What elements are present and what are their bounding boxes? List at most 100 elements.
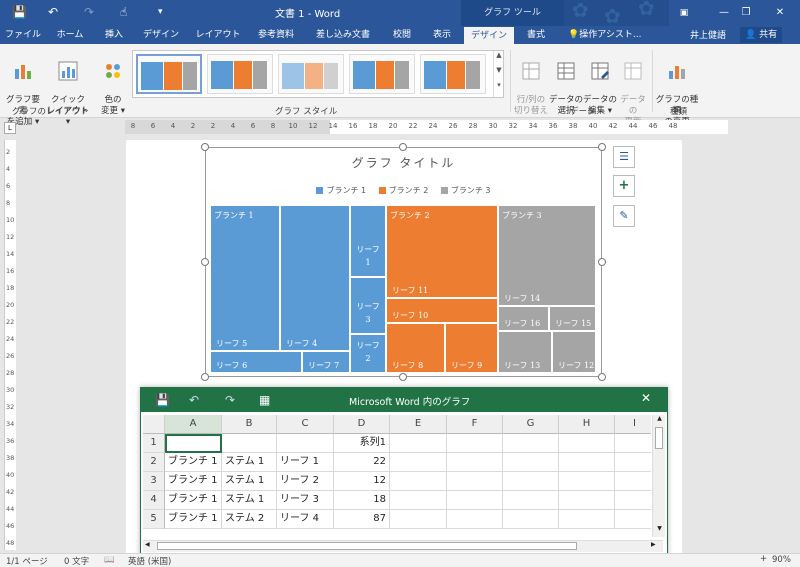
spreadsheet-cell[interactable]: [390, 510, 447, 529]
tab-design[interactable]: デザイン: [134, 26, 188, 44]
save-icon[interactable]: 💾: [12, 4, 27, 20]
scroll-left-arrow[interactable]: ◀: [145, 541, 150, 548]
resize-handle[interactable]: [201, 373, 209, 381]
spreadsheet-cell[interactable]: ブランチ 1: [165, 491, 222, 510]
zoom-in-icon[interactable]: +: [760, 554, 767, 564]
zoom-level[interactable]: 90%: [772, 555, 791, 565]
horizontal-ruler[interactable]: 8 6 4 2 2 4 6 8 10 12 14 16 18 20 22 24 26 28 30 32 34 36 38 40…: [125, 120, 728, 134]
column-header[interactable]: E: [390, 415, 447, 434]
chart-style-5[interactable]: [420, 54, 486, 94]
resize-handle[interactable]: [598, 258, 606, 266]
language-status[interactable]: 英語 (米国): [128, 555, 171, 567]
redo-icon[interactable]: ↷: [84, 4, 94, 20]
change-colors-button[interactable]: 色の 変更 ▾: [96, 50, 130, 117]
vertical-scrollbar[interactable]: ▲ ▼: [652, 415, 665, 537]
resize-handle[interactable]: [201, 258, 209, 266]
row-header[interactable]: 3: [143, 472, 165, 491]
page-count[interactable]: 1/1 ページ: [6, 555, 48, 567]
chart-style-3[interactable]: [278, 54, 344, 94]
spreadsheet-cell[interactable]: [503, 453, 559, 472]
spreadsheet-cell[interactable]: リーフ 2: [277, 472, 334, 491]
spreadsheet-cell[interactable]: [447, 453, 503, 472]
row-header[interactable]: 4: [143, 491, 165, 510]
row-header[interactable]: 1: [143, 434, 165, 453]
switch-row-column-button[interactable]: 行/列の 切り替え: [512, 50, 550, 117]
resize-handle[interactable]: [598, 143, 606, 151]
tab-format[interactable]: 書式: [516, 26, 556, 44]
customize-qat-icon[interactable]: ▾: [158, 4, 163, 20]
touch-mode-icon[interactable]: ☝: [120, 4, 127, 20]
spreadsheet-cell[interactable]: ステム 1: [222, 453, 277, 472]
vertical-ruler[interactable]: 2 4 6 8 10 12 14 16 18 20 22 24 26 28 30 32 34 36 38 40 42 44…: [4, 140, 16, 550]
spreadsheet-cell[interactable]: ブランチ 1: [165, 453, 222, 472]
spreadsheet-grid[interactable]: A B C D E F G H I 1 系列1 2 ブランチ 1 ステム 1 リーフ 12…: [143, 415, 651, 537]
scroll-down-arrow[interactable]: ▼: [654, 525, 665, 532]
spreadsheet-cell[interactable]: リーフ 3: [277, 491, 334, 510]
ribbon-display-options-button[interactable]: ▣: [664, 0, 704, 26]
column-header[interactable]: C: [277, 415, 334, 434]
chart-style-1[interactable]: [136, 54, 202, 94]
spreadsheet-cell[interactable]: [222, 434, 277, 453]
column-header[interactable]: G: [503, 415, 559, 434]
column-header[interactable]: B: [222, 415, 277, 434]
spreadsheet-cell[interactable]: [390, 453, 447, 472]
spreadsheet-cell[interactable]: [615, 491, 651, 510]
edit-in-excel-icon[interactable]: ▦: [259, 392, 270, 408]
tab-view[interactable]: 表示: [422, 26, 462, 44]
column-header[interactable]: F: [447, 415, 503, 434]
spreadsheet-cell[interactable]: 18: [334, 491, 390, 510]
chart-legend[interactable]: ブランチ 1 ブランチ 2 ブランチ 3: [205, 185, 602, 196]
spreadsheet-cell[interactable]: [447, 510, 503, 529]
spreadsheet-cell[interactable]: [390, 491, 447, 510]
spreadsheet-cell[interactable]: [559, 434, 615, 453]
chart-style-2[interactable]: [207, 54, 273, 94]
spreadsheet-cell[interactable]: ブランチ 1: [165, 510, 222, 529]
spreadsheet-cell[interactable]: [447, 491, 503, 510]
chart-style-4[interactable]: [349, 54, 415, 94]
spreadsheet-cell[interactable]: [559, 491, 615, 510]
spreadsheet-cell[interactable]: [447, 434, 503, 453]
undo-icon[interactable]: ↶: [48, 4, 58, 20]
resize-handle[interactable]: [598, 373, 606, 381]
column-header[interactable]: D: [334, 415, 390, 434]
resize-handle[interactable]: [399, 143, 407, 151]
row-header[interactable]: 2: [143, 453, 165, 472]
tab-insert[interactable]: 挿入: [94, 26, 134, 44]
tab-home[interactable]: ホーム: [46, 26, 94, 44]
spreadsheet-cell[interactable]: リーフ 4: [277, 510, 334, 529]
tab-review[interactable]: 校閲: [382, 26, 422, 44]
spreadsheet-cell[interactable]: ステム 1: [222, 472, 277, 491]
spreadsheet-cell[interactable]: リーフ 1: [277, 453, 334, 472]
spreadsheet-cell[interactable]: 系列1: [334, 434, 390, 453]
data-window-title-bar[interactable]: 💾 ↶ ↷ ▦ Microsoft Word 内のグラフ ✕: [141, 388, 667, 412]
share-button[interactable]: 👤 共有: [740, 27, 783, 43]
tab-mailings[interactable]: 差し込み文書: [304, 26, 382, 44]
spreadsheet-cell[interactable]: [447, 472, 503, 491]
undo-icon[interactable]: ↶: [189, 392, 199, 408]
spreadsheet-cell[interactable]: [503, 472, 559, 491]
tell-me-box[interactable]: 💡操作アシスト...: [568, 26, 658, 44]
horizontal-scrollbar[interactable]: ◀ ▶: [143, 540, 663, 552]
scroll-thumb[interactable]: [157, 542, 577, 550]
close-icon[interactable]: ✕: [641, 391, 651, 405]
gallery-down-arrow[interactable]: ▼: [493, 66, 504, 81]
user-name[interactable]: 井上健語: [690, 28, 726, 41]
spreadsheet-cell[interactable]: [615, 434, 651, 453]
save-icon[interactable]: 💾: [155, 392, 170, 408]
gallery-more-arrow[interactable]: ▾: [493, 81, 504, 97]
row-header[interactable]: 5: [143, 510, 165, 529]
close-button[interactable]: ✕: [760, 0, 800, 26]
spreadsheet-cell[interactable]: 12: [334, 472, 390, 491]
gallery-up-arrow[interactable]: ▲: [493, 51, 504, 66]
spreadsheet-cell[interactable]: ブランチ 1: [165, 472, 222, 491]
column-header[interactable]: I: [615, 415, 651, 434]
spreadsheet-cell[interactable]: [559, 472, 615, 491]
refresh-data-button[interactable]: データの 更新: [617, 50, 649, 128]
spreadsheet-cell[interactable]: [503, 510, 559, 529]
proofing-icon[interactable]: 📖: [104, 555, 115, 565]
chart-title[interactable]: グラフ タイトル: [205, 154, 602, 171]
spreadsheet-cell[interactable]: [615, 453, 651, 472]
spreadsheet-cell[interactable]: [559, 453, 615, 472]
chart-elements-button[interactable]: +: [613, 175, 635, 197]
spreadsheet-cell[interactable]: [503, 434, 559, 453]
